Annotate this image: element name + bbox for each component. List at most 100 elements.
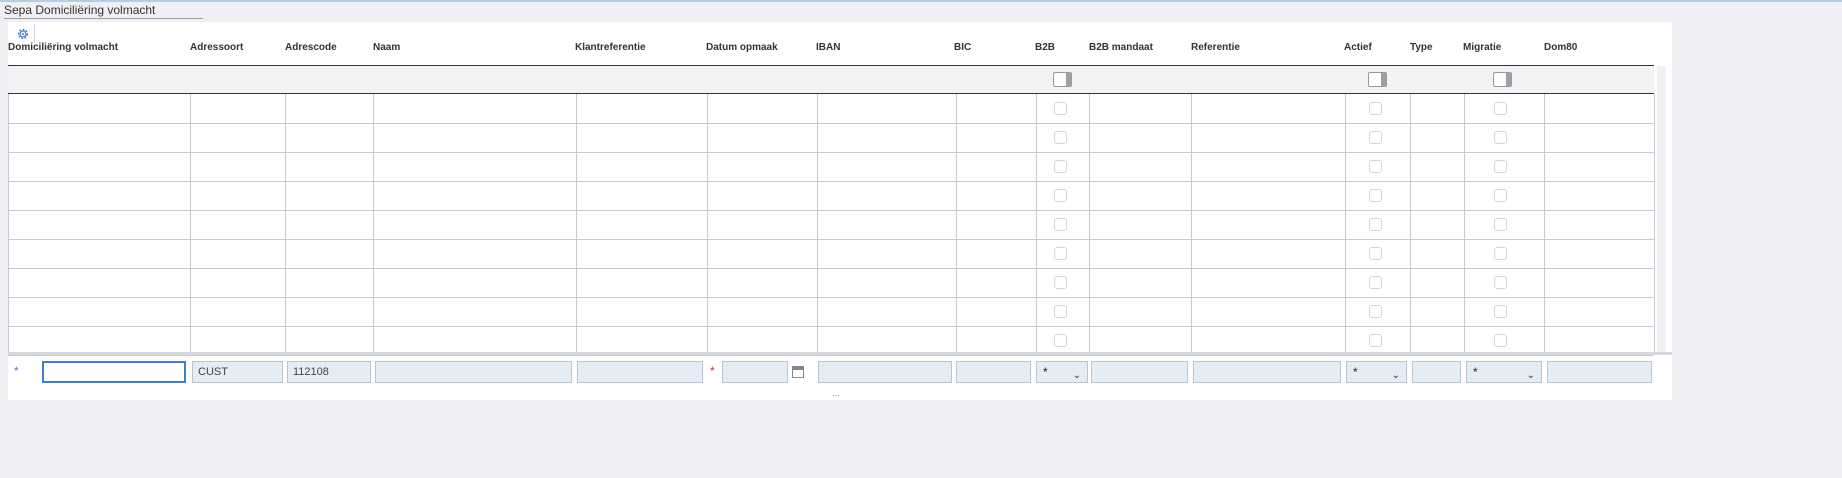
datum-opmaak-input[interactable] [722,361,788,383]
row-checkbox[interactable] [1494,305,1507,318]
row-checkbox[interactable] [1369,102,1382,115]
table-row [8,152,1654,153]
grid-column-line [576,94,577,353]
actief-select[interactable]: * ⌄ [1346,361,1407,383]
row-checkbox[interactable] [1054,218,1067,231]
chevron-down-icon: ⌄ [1072,370,1081,381]
row-checkbox[interactable] [1369,160,1382,173]
type-input[interactable] [1412,361,1461,383]
resize-grip-icon[interactable]: ⋯ [832,391,840,400]
required-marker: * [14,364,19,378]
actief-select-value: * [1353,365,1358,379]
table-row [8,268,1654,269]
grid-column-line [285,94,286,353]
col-header-naam[interactable]: Naam [373,42,400,53]
table-row [8,326,1654,327]
col-header-bic[interactable]: BIC [954,42,971,53]
col-header-iban[interactable]: IBAN [816,42,840,53]
referentie-input[interactable] [1193,361,1341,383]
grid-column-line [1544,94,1545,353]
row-checkbox[interactable] [1054,160,1067,173]
row-checkbox[interactable] [1494,102,1507,115]
dom-volmacht-input[interactable] [42,361,186,383]
klantreferentie-input[interactable] [577,361,703,383]
col-header-dom80[interactable]: Dom80 [1544,42,1577,53]
chevron-down-icon: ⌄ [1526,370,1535,381]
row-checkbox[interactable] [1369,305,1382,318]
grid-column-line [1191,94,1192,353]
bic-input[interactable] [956,361,1031,383]
grid-column-line [190,94,191,353]
row-checkbox[interactable] [1494,189,1507,202]
migratie-select-value: * [1473,365,1478,379]
row-checkbox[interactable] [1054,247,1067,260]
row-checkbox[interactable] [1369,189,1382,202]
b2b-select[interactable]: * ⌄ [1036,361,1088,383]
col-header-b2b-mandaat[interactable]: B2B mandaat [1089,42,1153,53]
grid-column-line [1036,94,1037,353]
calendar-icon[interactable] [792,366,804,378]
col-header-actief[interactable]: Actief [1344,42,1372,53]
iban-input[interactable] [818,361,952,383]
col-header-dom-volmacht[interactable]: Domiciliëring volmacht [8,42,118,53]
naam-input[interactable] [375,361,572,383]
adrescode-input[interactable]: 112108 [287,361,371,383]
col-header-adrescode[interactable]: Adrescode [285,42,337,53]
table-row [8,355,1654,356]
dom80-input[interactable] [1547,361,1652,383]
grid-column-line [817,94,818,353]
filter-migratie-checkbox[interactable] [1493,72,1512,87]
row-checkbox[interactable] [1369,247,1382,260]
col-header-migratie[interactable]: Migratie [1463,42,1501,53]
row-checkbox[interactable] [1494,247,1507,260]
col-header-klantreferentie[interactable]: Klantreferentie [575,42,646,53]
vertical-scrollbar[interactable] [1657,66,1666,354]
grid-column-line [707,94,708,353]
required-marker-date: * [710,364,715,378]
grid-column-line [956,94,957,353]
new-row-separator [8,352,1672,355]
top-border [0,0,1842,2]
table-row [8,297,1654,298]
window-title: Sepa Domiciliëring volmacht [4,2,203,19]
migratie-select[interactable]: * ⌄ [1466,361,1542,383]
filter-row [8,66,1654,93]
grid-column-line [8,94,9,353]
grid-settings-button[interactable] [12,24,35,43]
col-header-adressoort[interactable]: Adressoort [190,42,243,53]
row-checkbox[interactable] [1054,276,1067,289]
row-checkbox[interactable] [1494,276,1507,289]
filter-actief-checkbox[interactable] [1368,72,1387,87]
row-checkbox[interactable] [1054,334,1067,347]
row-checkbox[interactable] [1494,160,1507,173]
filter-b2b-checkbox[interactable] [1053,72,1072,87]
grid-column-line [1345,94,1346,353]
row-checkbox[interactable] [1054,305,1067,318]
row-checkbox[interactable] [1054,102,1067,115]
col-header-type[interactable]: Type [1410,42,1433,53]
grid-column-line [373,94,374,353]
table-row [8,210,1654,211]
table-row [8,181,1654,182]
col-header-b2b[interactable]: B2B [1035,42,1055,53]
row-checkbox[interactable] [1054,131,1067,144]
gear-icon [17,28,29,39]
grid-column-line [1089,94,1090,353]
adressoort-input[interactable]: CUST [192,361,283,383]
table-row [8,123,1654,124]
row-checkbox[interactable] [1494,218,1507,231]
row-checkbox[interactable] [1494,131,1507,144]
chevron-down-icon: ⌄ [1391,370,1400,381]
b2b-select-value: * [1043,365,1048,379]
table-row [8,239,1654,240]
row-checkbox[interactable] [1369,218,1382,231]
row-checkbox[interactable] [1369,131,1382,144]
row-checkbox[interactable] [1369,334,1382,347]
col-header-datum-opmaak[interactable]: Datum opmaak [706,42,778,53]
row-checkbox[interactable] [1054,189,1067,202]
col-header-referentie[interactable]: Referentie [1191,42,1240,53]
row-checkbox[interactable] [1369,276,1382,289]
b2b-mandaat-input[interactable] [1091,361,1188,383]
grid-column-line [1410,94,1411,353]
row-checkbox[interactable] [1494,334,1507,347]
